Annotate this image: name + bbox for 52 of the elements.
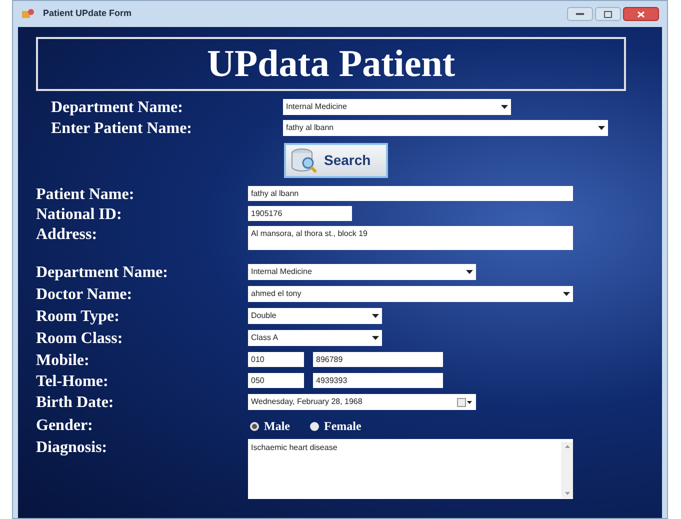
- field-label: National ID:: [36, 206, 123, 223]
- dropdown-arrow-icon: [598, 126, 605, 130]
- scroll-up-icon: [564, 445, 570, 448]
- field-label: Department Name:: [36, 264, 169, 281]
- scrollbar[interactable]: [561, 442, 573, 498]
- field-label: Diagnosis:: [36, 439, 108, 456]
- dropdown[interactable]: Internal Medicine: [283, 99, 511, 115]
- form-heading: UPdata Patient: [206, 45, 456, 83]
- field-label: Room Class:: [36, 330, 124, 347]
- search-button[interactable]: Search: [284, 143, 388, 178]
- dropdown-arrow-icon: [372, 336, 379, 340]
- field-label: Department Name:: [51, 99, 184, 116]
- dropdown-arrow-icon: [501, 105, 508, 109]
- field-label: Doctor Name:: [36, 286, 134, 303]
- dropdown[interactable]: ahmed el tony: [248, 286, 573, 302]
- field-label: Patient Name:: [36, 186, 136, 203]
- diagnosis-textarea[interactable]: Ischaemic heart disease: [248, 439, 573, 499]
- field-label: Gender:: [36, 417, 94, 434]
- field-label: Mobile:: [36, 352, 90, 369]
- radio-option[interactable]: Female: [310, 417, 362, 435]
- text-field[interactable]: 896789: [313, 352, 443, 367]
- text-field[interactable]: 050: [248, 373, 304, 388]
- maximize-button[interactable]: [595, 7, 621, 21]
- database-search-icon: [290, 148, 320, 174]
- close-button[interactable]: [623, 7, 659, 21]
- text-field[interactable]: fathy al lbann: [248, 186, 573, 201]
- minimize-icon: [576, 12, 584, 16]
- dropdown-arrow-icon: [372, 314, 379, 318]
- text-field[interactable]: 010: [248, 352, 304, 367]
- close-icon: [637, 10, 645, 18]
- field-label: Room Type:: [36, 308, 120, 325]
- field-label: Address:: [36, 226, 98, 243]
- date-picker[interactable]: Wednesday, February 28, 1968: [248, 394, 476, 410]
- dropdown-arrow-icon: [466, 270, 473, 274]
- maximize-icon: [604, 10, 612, 18]
- field-label: Enter Patient Name:: [51, 120, 193, 137]
- minimize-button[interactable]: [567, 7, 593, 21]
- app-icon: [21, 8, 35, 20]
- field-label: Tel-Home:: [36, 373, 110, 390]
- dropdown-arrow-icon: [563, 292, 570, 296]
- scroll-down-icon: [564, 492, 570, 495]
- text-field[interactable]: Al mansora, al thora st., block 19: [248, 226, 573, 250]
- dropdown[interactable]: fathy al lbann: [283, 120, 608, 136]
- window-title: Patient UPdate Form: [43, 7, 132, 20]
- dropdown[interactable]: Double: [248, 308, 382, 324]
- text-field[interactable]: 4939393: [313, 373, 443, 388]
- calendar-icon: [457, 398, 473, 406]
- text-field[interactable]: 1905176: [248, 206, 352, 221]
- dropdown[interactable]: Internal Medicine: [248, 264, 476, 280]
- field-label: Birth Date:: [36, 394, 115, 411]
- radio-option[interactable]: Male: [250, 417, 290, 435]
- dropdown[interactable]: Class A: [248, 330, 382, 346]
